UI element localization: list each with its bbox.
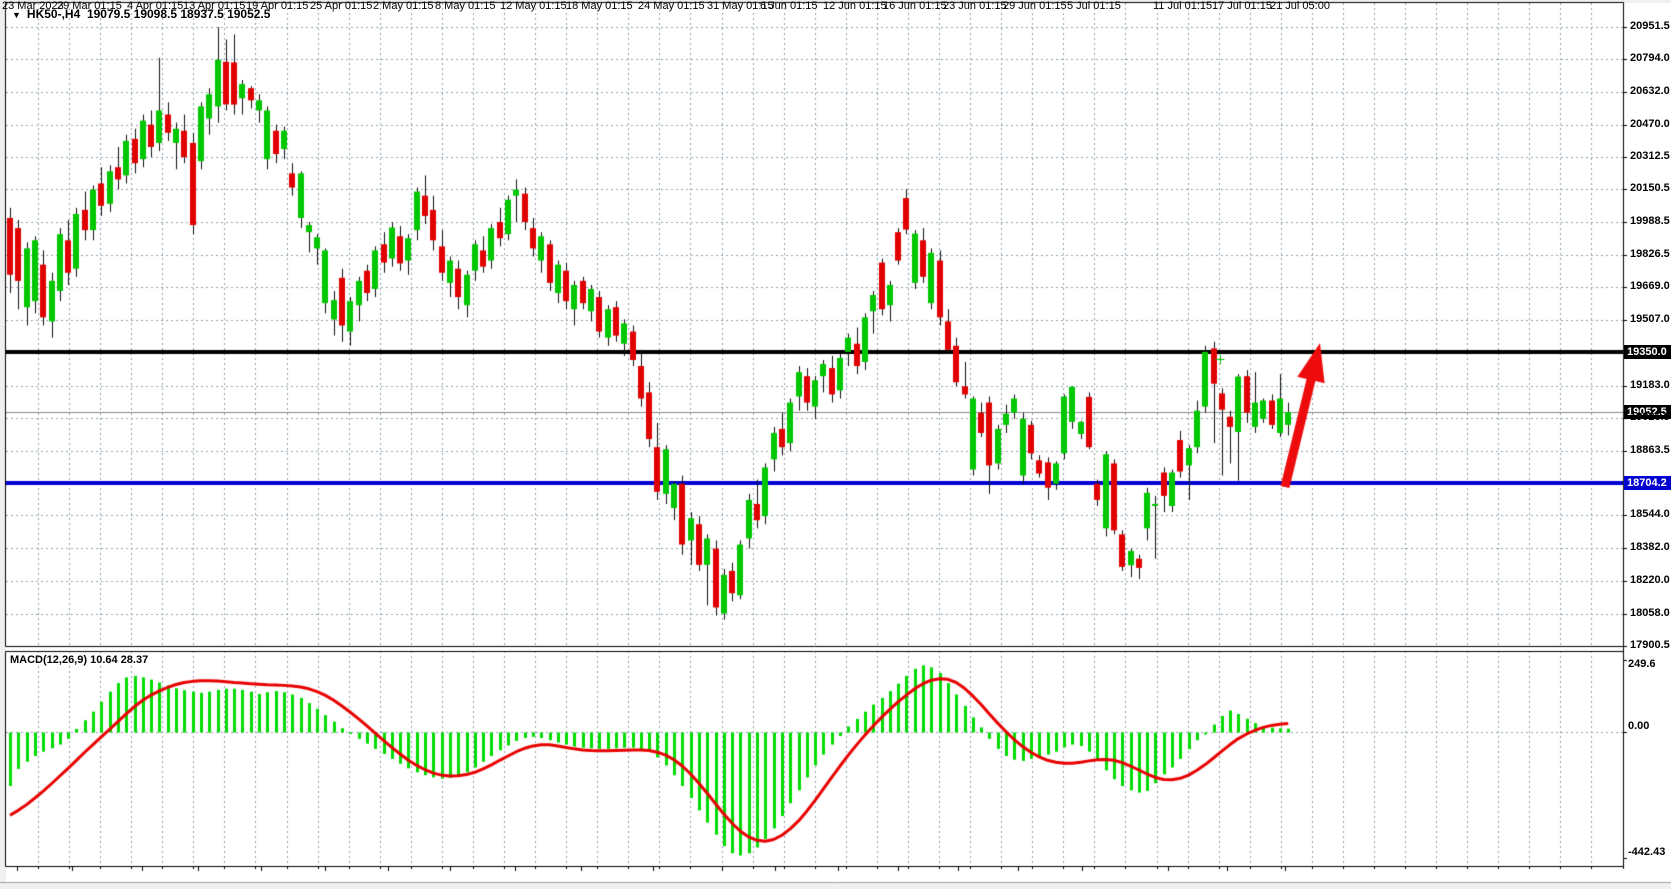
- price-tick-label: 18863.5: [1630, 444, 1670, 456]
- price-tick-label: 19988.5: [1630, 215, 1670, 227]
- price-tick-label: 20150.5: [1630, 182, 1670, 194]
- time-tick-label: 16 Jun 01:15: [883, 0, 947, 12]
- time-tick-label: 12 Jun 01:15: [823, 0, 887, 12]
- time-tick-label: 2 May 01:15: [373, 0, 434, 12]
- time-tick-label: 19 Apr 01:15: [246, 0, 308, 12]
- price-tick-label: 19183.0: [1630, 379, 1670, 391]
- macd-tick-label: 0.00: [1628, 720, 1649, 732]
- time-tick-label: 18 May 01:15: [566, 0, 633, 12]
- price-tick-label: 17900.5: [1630, 639, 1670, 651]
- price-tick-label: 18382.0: [1630, 541, 1670, 553]
- time-tick-label: 23 Mar 2023: [2, 0, 64, 12]
- time-tick-label: 29 Mar 01:15: [57, 0, 122, 12]
- chart-canvas[interactable]: [0, 0, 1671, 889]
- time-tick-label: 12 May 01:15: [500, 0, 567, 12]
- macd-tick-label: -442.43: [1628, 846, 1665, 858]
- macd-indicator-label: MACD(12,26,9) 10.64 28.37: [10, 654, 148, 666]
- price-tick-label: 19025.5: [1630, 411, 1670, 423]
- price-badge-support: 18704.2: [1624, 476, 1671, 490]
- price-tick-label: 20470.0: [1630, 118, 1670, 130]
- price-tick-label: 19826.5: [1630, 248, 1670, 260]
- time-tick-label: 29 Jun 01:15: [1003, 0, 1067, 12]
- price-tick-label: 18220.0: [1630, 574, 1670, 586]
- time-tick-label: 24 May 01:15: [638, 0, 705, 12]
- time-tick-label: 21 Jul 05:00: [1270, 0, 1330, 12]
- price-tick-label: 18058.0: [1630, 607, 1670, 619]
- price-tick-label: 20794.0: [1630, 52, 1670, 64]
- time-tick-label: 13 Apr 01:15: [183, 0, 245, 12]
- price-badge-resistance: 19350.0: [1624, 345, 1671, 359]
- time-tick-label: 5 Jul 01:15: [1067, 0, 1121, 12]
- price-tick-label: 20312.5: [1630, 150, 1670, 162]
- price-tick-label: 20632.0: [1630, 85, 1670, 97]
- time-tick-label: 11 Jul 01:15: [1153, 0, 1212, 12]
- mt4-chart-window: ▼HK50-,H4 19079.5 19098.5 18937.5 19052.…: [0, 0, 1671, 889]
- price-tick-label: 19669.0: [1630, 280, 1670, 292]
- time-tick-label: 4 Apr 01:15: [127, 0, 183, 12]
- time-tick-label: 8 May 01:15: [435, 0, 496, 12]
- time-tick-label: 6 Jun 01:15: [760, 0, 818, 12]
- price-tick-label: 19507.0: [1630, 313, 1670, 325]
- time-tick-label: 17 Jul 01:15: [1212, 0, 1272, 12]
- price-tick-label: 18544.0: [1630, 508, 1670, 520]
- time-tick-label: 23 Jun 01:15: [943, 0, 1007, 12]
- time-tick-label: 25 Apr 01:15: [310, 0, 372, 12]
- macd-tick-label: 249.6: [1628, 658, 1656, 670]
- price-tick-label: 20951.5: [1630, 20, 1670, 32]
